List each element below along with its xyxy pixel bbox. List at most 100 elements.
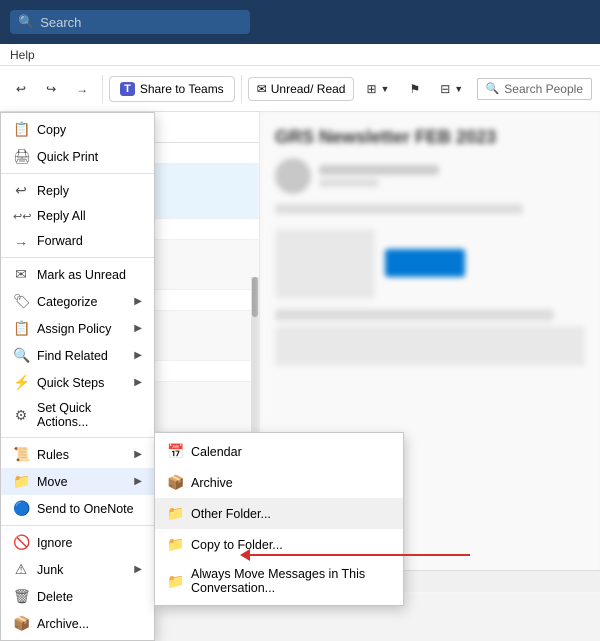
arrow-icon5: ▶ <box>134 449 142 460</box>
menu-junk-label: Junk <box>37 563 63 577</box>
menu-copy-label: Copy <box>37 123 66 137</box>
menu-divider-2 <box>1 257 154 258</box>
ribbon: ↩ ↪ → T Share to Teams ✉ Unread/ Read ⊞ … <box>0 66 600 112</box>
menu-item-assign-policy[interactable]: 📋 Assign Policy ▶ <box>1 315 154 342</box>
reply-icon: ↩ <box>13 182 29 199</box>
find-related-icon: 🔍 <box>13 347 29 364</box>
forward-icon: → <box>76 82 88 96</box>
calendar-icon: 📅 <box>167 443 183 460</box>
menu-forward-label: Forward <box>37 234 83 248</box>
search-input[interactable] <box>40 15 242 30</box>
unread-read-label: Unread/ Read <box>271 82 346 96</box>
junk-icon: ⚠ <box>13 561 29 578</box>
menu-item-delete[interactable]: 🗑 Delete <box>1 583 154 610</box>
menu-item-copy[interactable]: 📋 Copy <box>1 116 154 143</box>
menu-item-rules[interactable]: 📜 Rules ▶ <box>1 441 154 468</box>
submenu-always-move-label: Always Move Messages in This Conversatio… <box>191 567 391 595</box>
menu-item-archive[interactable]: 📦 Archive... <box>1 610 154 637</box>
copy-folder-icon: 📁 <box>167 536 183 553</box>
avatar <box>275 158 311 194</box>
preview-grad-text <box>385 249 465 277</box>
submenu-archive[interactable]: 📦 Archive <box>155 467 403 498</box>
preview-title: GRS Newsletter FEB 2023 <box>275 127 585 148</box>
menu-reply-label: Reply <box>37 184 69 198</box>
back2-icon: ↪ <box>46 82 56 96</box>
menu-item-categorize[interactable]: 🏷 Categorize ▶ <box>1 288 154 315</box>
search-box[interactable]: 🔍 <box>10 10 250 34</box>
menu-item-reply[interactable]: ↩ Reply <box>1 177 154 204</box>
submenu-other-folder[interactable]: 📁 Other Folder... <box>155 498 403 529</box>
back-button[interactable]: ↩ <box>8 78 34 100</box>
back-icon: ↩ <box>16 82 26 96</box>
menu-quick-steps-label: Quick Steps <box>37 376 104 390</box>
submenu-always-move[interactable]: 📁 Always Move Messages in This Conversat… <box>155 560 403 602</box>
back2-button[interactable]: ↪ <box>38 78 64 100</box>
grid-icon: ⊞ <box>366 82 376 96</box>
menu-item-ignore[interactable]: 🚫 Ignore <box>1 529 154 556</box>
print-icon: 🖨 <box>13 148 29 165</box>
submenu-calendar[interactable]: 📅 Calendar <box>155 436 403 467</box>
menu-item-quick-steps[interactable]: ⚡ Quick Steps ▶ <box>1 369 154 396</box>
menu-item-junk[interactable]: ⚠ Junk ▶ <box>1 556 154 583</box>
delete-icon: 🗑 <box>13 588 29 605</box>
preview-text-1 <box>275 204 523 214</box>
always-move-icon: 📁 <box>167 573 183 590</box>
menu-item-onenote[interactable]: 🔵 Send to OneNote <box>1 495 154 522</box>
folder-icon: 📁 <box>167 505 183 522</box>
chevron-down-icon: ▼ <box>381 84 390 94</box>
menu-reply-all-label: Reply All <box>37 209 86 223</box>
arrow-icon7: ▶ <box>134 564 142 575</box>
menu-item-quick-print[interactable]: 🖨 Quick Print <box>1 143 154 170</box>
submenu-archive-label: Archive <box>191 476 233 490</box>
help-bar: Help <box>0 44 600 66</box>
onenote-icon: 🔵 <box>13 500 29 517</box>
forward-button[interactable]: → <box>68 78 96 100</box>
menu-item-reply-all[interactable]: ↩↩ Reply All <box>1 204 154 228</box>
layout-button[interactable]: ⊟ ▼ <box>432 78 471 100</box>
unread-read-button[interactable]: ✉ Unread/ Read <box>248 77 355 101</box>
menu-item-move[interactable]: 📁 Move ▶ <box>1 468 154 495</box>
menu-onenote-label: Send to OneNote <box>37 502 134 516</box>
scroll-thumb[interactable] <box>252 277 258 317</box>
menu-mark-unread-label: Mark as Unread <box>37 268 126 282</box>
grid-button[interactable]: ⊞ ▼ <box>358 78 397 100</box>
search-people-icon: 🔍 <box>486 82 500 95</box>
reply-all-icon: ↩↩ <box>13 210 29 223</box>
mark-unread-icon: ✉ <box>13 266 29 283</box>
menu-quick-print-label: Quick Print <box>37 150 98 164</box>
flag-button[interactable]: ⚑ <box>401 78 428 100</box>
menu-ignore-label: Ignore <box>37 536 72 550</box>
top-bar: 🔍 <box>0 0 600 44</box>
quick-steps-icon: ⚡ <box>13 374 29 391</box>
search-people-label: Search People <box>504 82 583 96</box>
sender-to <box>319 179 379 187</box>
submenu-calendar-label: Calendar <box>191 445 242 459</box>
red-arrow-indicator <box>240 549 470 561</box>
arrow-icon6: ▶ <box>134 476 142 487</box>
arrow-icon4: ▶ <box>134 377 142 388</box>
menu-item-forward[interactable]: → Forward <box>1 228 154 254</box>
context-menu: 📋 Copy 🖨 Quick Print ↩ Reply ↩↩ Reply Al… <box>0 112 155 641</box>
preview-image-1 <box>275 229 375 299</box>
arrow-icon2: ▶ <box>134 323 142 334</box>
arrow-icon3: ▶ <box>134 350 142 361</box>
menu-rules-label: Rules <box>37 448 69 462</box>
arrow-line <box>250 554 470 556</box>
menu-item-set-quick-actions[interactable]: ⚙ Set Quick Actions... <box>1 396 154 434</box>
preview-announcement <box>275 309 554 321</box>
categorize-icon: 🏷 <box>13 293 29 310</box>
menu-categorize-label: Categorize <box>37 295 97 309</box>
move-submenu: 📅 Calendar 📦 Archive 📁 Other Folder... 📁… <box>154 432 404 606</box>
ribbon-divider-1 <box>102 75 103 103</box>
sender-name <box>319 165 439 175</box>
menu-item-find-related[interactable]: 🔍 Find Related ▶ <box>1 342 154 369</box>
share-teams-button[interactable]: T Share to Teams <box>109 76 235 102</box>
arrow-icon: ▶ <box>134 296 142 307</box>
set-quick-actions-icon: ⚙ <box>13 407 29 424</box>
archive-menu-icon: 📦 <box>13 615 29 632</box>
search-people-box[interactable]: 🔍 Search People <box>477 78 592 100</box>
move-icon: 📁 <box>13 473 29 490</box>
menu-divider-4 <box>1 525 154 526</box>
menu-item-mark-unread[interactable]: ✉ Mark as Unread <box>1 261 154 288</box>
menu-archive-label: Archive... <box>37 617 89 631</box>
